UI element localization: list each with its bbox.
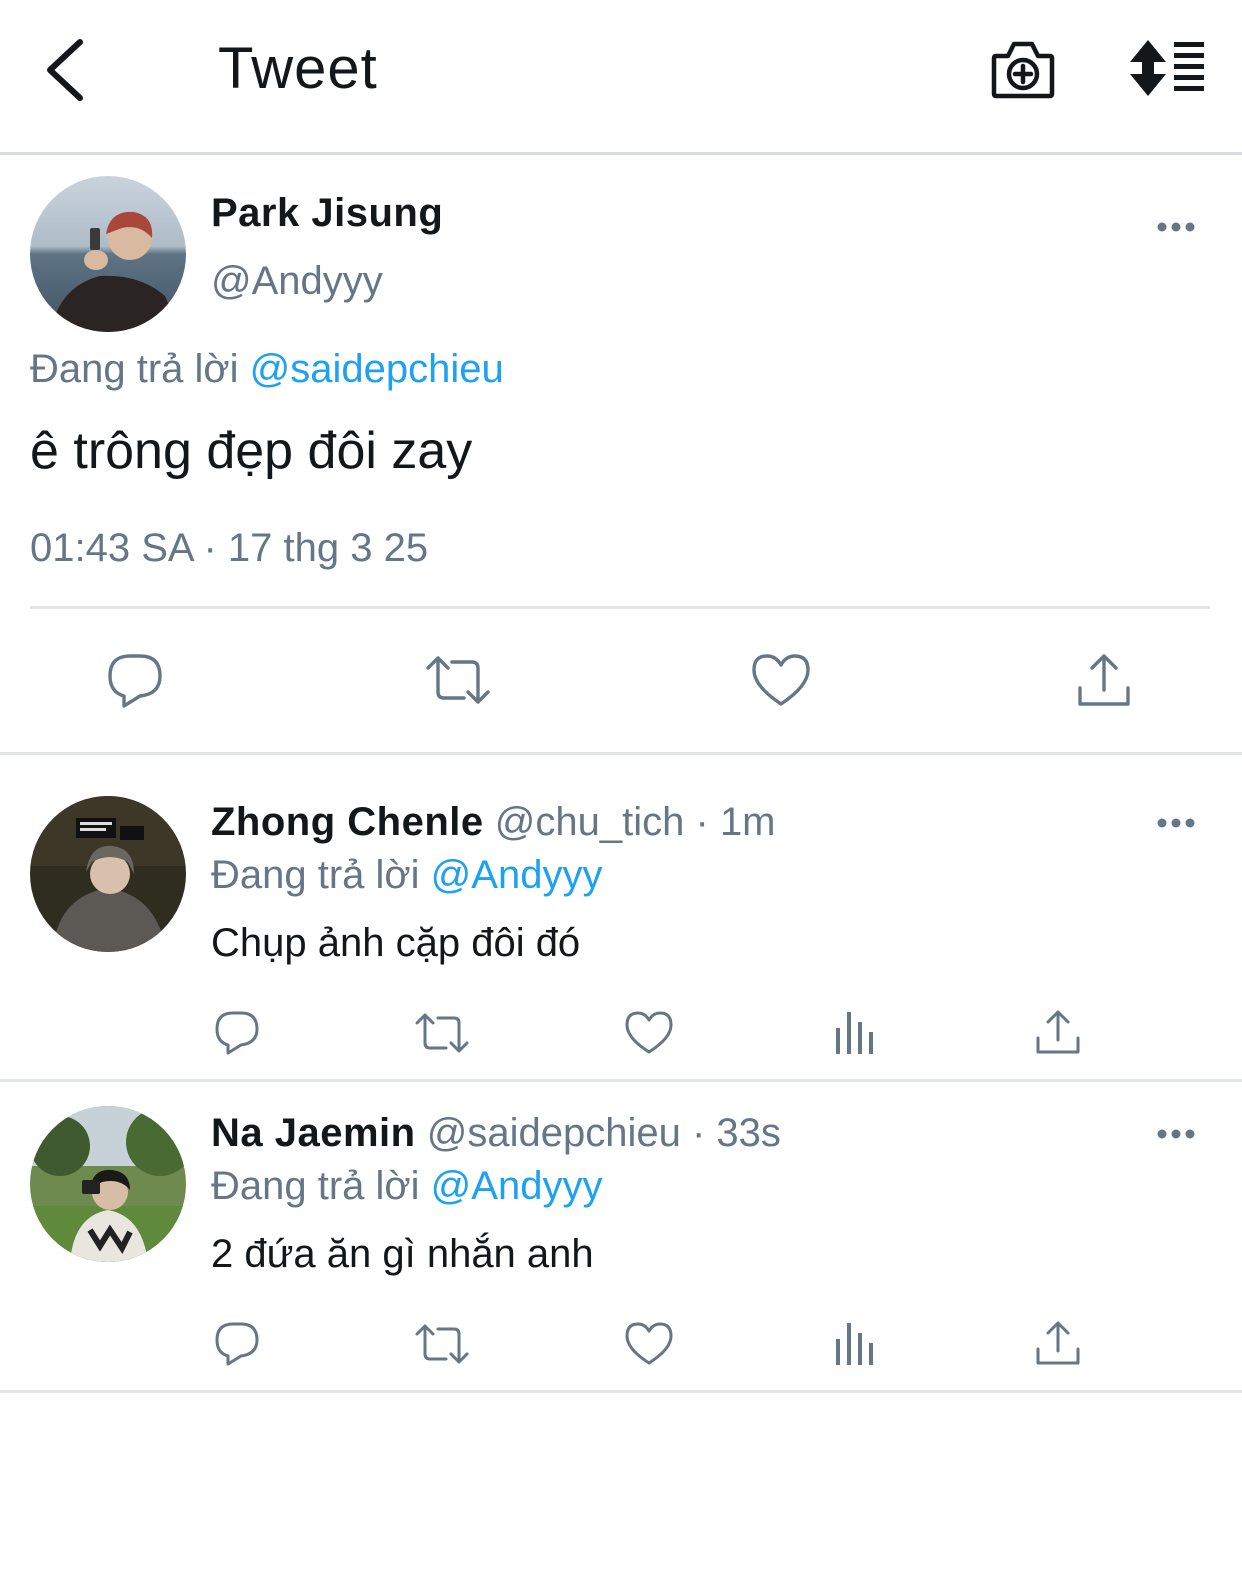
more-horizontal-icon (1157, 222, 1195, 232)
avatar[interactable] (30, 176, 186, 332)
reply-button[interactable] (104, 650, 166, 712)
replying-to-link[interactable]: @Andyyy (431, 853, 603, 897)
reply-text: Chụp ảnh cặp đôi đó (211, 921, 581, 965)
avatar[interactable] (30, 1106, 186, 1262)
replying-to: Đang trả lời @saidepchieu (30, 345, 504, 393)
share-button[interactable] (1034, 1319, 1082, 1367)
more-horizontal-icon (1157, 1129, 1195, 1139)
page-title: Tweet (218, 36, 378, 101)
reply-header: Na Jaemin @saidepchieu · 33s (211, 1109, 781, 1157)
camera-button[interactable] (990, 38, 1056, 100)
reply-time: 33s (716, 1111, 781, 1155)
retweet-icon (415, 1013, 469, 1053)
replying-to-label: Đang trả lời (211, 853, 420, 897)
chevron-left-icon (47, 39, 83, 101)
like-icon (625, 1322, 673, 1365)
back-button[interactable] (40, 36, 100, 106)
reply-time: 1m (719, 800, 776, 844)
share-button[interactable] (1034, 1008, 1082, 1056)
like-button[interactable] (624, 1010, 674, 1056)
divider (0, 752, 1242, 755)
reply-text: 2 đứa ăn gì nhắn anh (211, 1232, 594, 1276)
more-options-button[interactable] (1156, 816, 1196, 830)
author-handle[interactable]: @chu_tich (495, 800, 685, 844)
replying-to: Đang trả lời @Andyyy (211, 1162, 602, 1210)
retweet-button[interactable] (424, 652, 492, 708)
replying-to: Đang trả lời @Andyyy (211, 851, 602, 899)
like-icon (625, 1011, 673, 1054)
more-options-button[interactable] (1156, 1127, 1196, 1141)
share-icon (1036, 1010, 1080, 1054)
reply-icon (108, 654, 162, 708)
author-name[interactable]: Park Jisung (211, 190, 443, 236)
camera-plus-icon (991, 41, 1055, 99)
like-icon (752, 654, 810, 706)
more-options-button[interactable] (1156, 220, 1196, 234)
share-button[interactable] (1074, 650, 1134, 710)
tweet-text: ê trông đẹp đôi zay (30, 422, 473, 480)
replying-to-link[interactable]: @Andyyy (431, 1164, 603, 1208)
replying-to-label: Đang trả lời (211, 1164, 420, 1208)
replying-to-label: Đang trả lời (30, 347, 239, 391)
divider (30, 606, 1210, 609)
retweet-icon (415, 1324, 469, 1364)
share-icon (1078, 654, 1130, 706)
replying-to-link[interactable]: @saidepchieu (250, 347, 504, 391)
tweet-timestamp: 01:43 SA · 17 thg 3 25 (30, 526, 429, 570)
author-handle[interactable]: @Andyyy (211, 257, 383, 305)
reply-button[interactable] (212, 1008, 262, 1058)
sort-list-icon (1130, 40, 1204, 96)
separator-dot: · (691, 1111, 706, 1155)
divider (0, 1079, 1242, 1082)
share-icon (1036, 1321, 1080, 1365)
retweet-button[interactable] (414, 1010, 470, 1056)
author-name[interactable]: Na Jaemin (211, 1111, 416, 1155)
avatar[interactable] (30, 796, 186, 952)
divider (0, 1390, 1242, 1393)
author-handle[interactable]: @saidepchieu (427, 1111, 681, 1155)
reply-button[interactable] (212, 1319, 262, 1369)
separator-dot: · (695, 800, 709, 844)
like-button[interactable] (624, 1321, 674, 1367)
reply-header: Zhong Chenle @chu_tich · 1m (211, 798, 776, 846)
analytics-button[interactable] (832, 1321, 876, 1367)
author-name[interactable]: Zhong Chenle (211, 800, 484, 844)
analytics-icon (836, 1012, 873, 1054)
retweet-icon (426, 656, 490, 704)
analytics-button[interactable] (832, 1010, 876, 1056)
like-button[interactable] (750, 652, 812, 710)
sort-button[interactable] (1128, 38, 1208, 98)
analytics-icon (836, 1323, 873, 1365)
reply-icon (215, 1011, 259, 1055)
retweet-button[interactable] (414, 1321, 470, 1367)
reply-icon (215, 1322, 259, 1366)
more-horizontal-icon (1157, 818, 1195, 828)
